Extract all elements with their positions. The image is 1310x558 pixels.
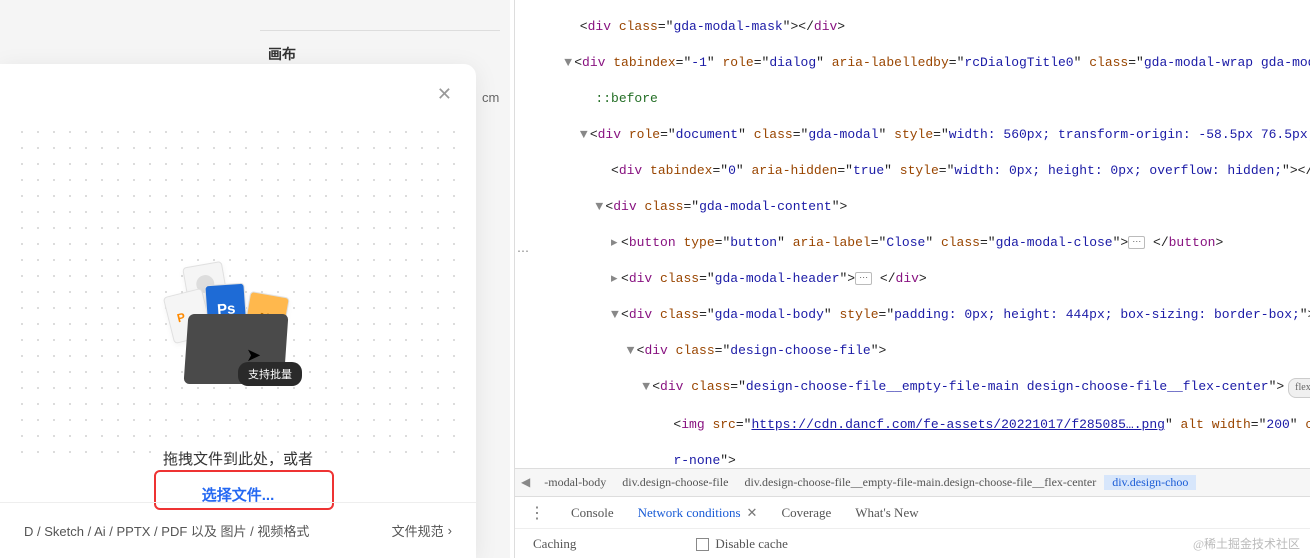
modal-footer: D / Sketch / Ai / PPTX / PDF 以及 图片 / 视频格…: [0, 502, 476, 558]
breadcrumb-item[interactable]: -modal-body: [536, 475, 614, 490]
devtools-panel: ⋯ <div class="gda-modal-mask"></div> ▼<d…: [514, 0, 1310, 558]
tab-whats-new[interactable]: What's New: [843, 505, 930, 521]
breadcrumb-item-selected[interactable]: div.design-choo: [1104, 475, 1196, 490]
upload-modal: ✕ P Ps Ai ➤ 支持批量 拖拽文件到此处，或者 选择文件... D / …: [0, 64, 476, 558]
ellipsis-icon[interactable]: ⋯: [517, 244, 529, 259]
chevron-right-icon: ›: [448, 523, 452, 538]
drawer-menu-icon[interactable]: ⋮: [515, 503, 559, 523]
drag-instruction-text: 拖拽文件到此处，或者: [14, 448, 462, 469]
caching-label: Caching: [533, 536, 576, 552]
close-icon[interactable]: ✕: [747, 505, 758, 520]
tab-network-conditions[interactable]: Network conditions✕: [626, 505, 770, 521]
file-spec-link[interactable]: 文件规范 ›: [392, 521, 452, 540]
elements-tree[interactable]: <div class="gda-modal-mask"></div> ▼<div…: [533, 0, 1310, 468]
divider: [260, 30, 500, 31]
breadcrumb-scroll-left[interactable]: ◀: [515, 475, 536, 490]
folder-illustration: P Ps Ai ➤ 支持批量: [168, 264, 308, 384]
breadcrumb-item[interactable]: div.design-choose-file__empty-file-main.…: [736, 475, 1104, 490]
file-spec-label: 文件规范: [392, 521, 444, 540]
watermark-text: @稀土掘金技术社区: [1193, 535, 1300, 552]
canvas-section-label: 画布: [268, 44, 296, 64]
breadcrumb-item[interactable]: div.design-choose-file: [614, 475, 736, 490]
close-button[interactable]: ✕: [437, 84, 452, 105]
batch-badge: 支持批量: [238, 362, 302, 386]
breadcrumb-bar: ◀ -modal-body div.design-choose-file div…: [515, 468, 1310, 496]
disable-cache-checkbox[interactable]: Disable cache: [696, 536, 788, 552]
p-label: P: [176, 310, 187, 326]
unit-label: cm: [482, 90, 499, 105]
supported-formats-text: D / Sketch / Ai / PPTX / PDF 以及 图片 / 视频格…: [24, 521, 309, 540]
drop-zone[interactable]: P Ps Ai ➤ 支持批量 拖拽文件到此处，或者 选择文件...: [14, 124, 462, 464]
tab-coverage[interactable]: Coverage: [769, 505, 843, 521]
tab-console[interactable]: Console: [559, 505, 626, 521]
app-background: 画布 cm ✕ P Ps Ai ➤ 支持批量 拖拽文件到此处，或者 选择文件..…: [0, 0, 510, 558]
drawer-tabs: ⋮ Console Network conditions✕ Coverage W…: [515, 496, 1310, 528]
drawer-body: Caching Disable cache: [515, 528, 1310, 558]
